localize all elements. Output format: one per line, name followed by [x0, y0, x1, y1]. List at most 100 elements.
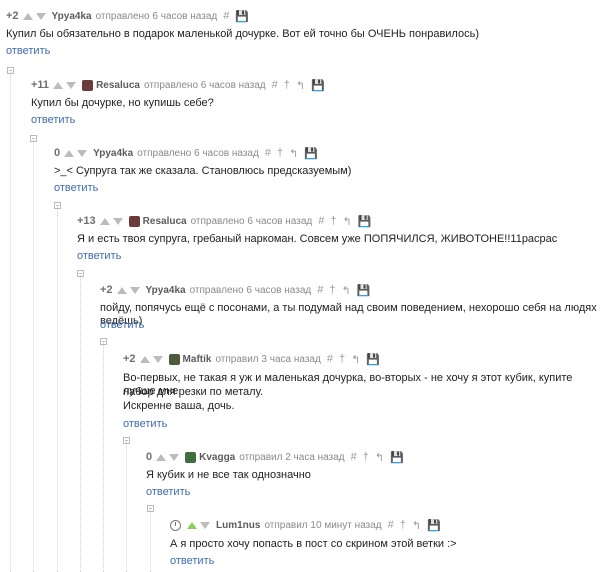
- vote-down-icon[interactable]: [169, 453, 180, 461]
- reply-arrow-icon[interactable]: ↰: [296, 79, 305, 92]
- comment-text: Я и есть твоя супруга, гребаный наркоман…: [77, 233, 558, 245]
- author-name[interactable]: Maftik: [183, 354, 212, 365]
- reply-link[interactable]: ответить: [77, 250, 121, 262]
- author-name[interactable]: Resaluca: [143, 216, 187, 227]
- hash-icon[interactable]: #: [265, 147, 271, 159]
- hash-icon[interactable]: #: [351, 451, 357, 463]
- reply-link[interactable]: ответить: [54, 182, 98, 194]
- author-name[interactable]: Lum1nus: [216, 520, 260, 531]
- pin-icon[interactable]: †: [339, 353, 345, 365]
- thread-line: [33, 140, 34, 572]
- comment-header: 0 Ypya4ka отправлено 6 часов назад # † ↰…: [54, 145, 324, 161]
- avatar[interactable]: [82, 79, 94, 91]
- rating: 0: [146, 451, 153, 463]
- save-icon[interactable]: 💾: [235, 10, 249, 23]
- vote-up-icon[interactable]: [64, 149, 75, 157]
- comment-text: Купил бы обязательно в подарок маленькой…: [6, 28, 479, 40]
- vote-down-icon[interactable]: [66, 81, 77, 89]
- vote-down-icon[interactable]: [77, 149, 88, 157]
- reply-link[interactable]: ответить: [170, 555, 214, 567]
- timestamp: отправил 3 часа назад: [215, 353, 321, 365]
- collapse-toggle-icon[interactable]: [123, 437, 130, 444]
- reply-arrow-icon[interactable]: ↰: [351, 353, 360, 366]
- comment-header: 0 Kvagga отправил 2 часа назад # † ↰ 💾: [146, 449, 410, 465]
- reply-arrow-icon[interactable]: ↰: [412, 519, 421, 532]
- hash-icon[interactable]: #: [388, 519, 394, 531]
- reply-arrow-icon[interactable]: ↰: [289, 147, 298, 160]
- thread-line: [80, 275, 81, 572]
- avatar[interactable]: [185, 451, 197, 463]
- pin-icon[interactable]: †: [277, 147, 283, 159]
- save-icon[interactable]: 💾: [311, 79, 325, 92]
- collapse-toggle-icon[interactable]: [147, 505, 154, 512]
- thread-line: [103, 343, 104, 572]
- reply-arrow-icon[interactable]: ↰: [341, 284, 350, 297]
- save-icon[interactable]: 💾: [390, 451, 404, 464]
- collapse-toggle-icon[interactable]: [100, 338, 107, 345]
- hash-icon[interactable]: #: [327, 353, 333, 365]
- thread-line: [150, 510, 151, 572]
- vote-down-icon[interactable]: [112, 217, 123, 225]
- author-name[interactable]: Ypya4ka: [93, 148, 133, 159]
- hash-icon[interactable]: #: [223, 10, 229, 22]
- thread-line: [10, 72, 11, 572]
- rating: +2: [123, 353, 136, 365]
- hash-icon[interactable]: #: [272, 79, 278, 91]
- reply-link[interactable]: ответить: [146, 486, 190, 498]
- rating: +2: [6, 10, 19, 22]
- thread-line: [57, 207, 58, 572]
- comment-header: +2 Ypya4ka отправлено 6 часов назад # † …: [100, 282, 376, 298]
- pin-icon[interactable]: †: [284, 79, 290, 91]
- reply-arrow-icon[interactable]: ↰: [342, 215, 351, 228]
- comment-header: +2 Ypya4ka отправлено 6 часов назад # 💾: [6, 8, 255, 24]
- pin-icon[interactable]: †: [330, 215, 336, 227]
- reply-link[interactable]: ответить: [123, 418, 167, 430]
- rating: +2: [100, 284, 113, 296]
- avatar[interactable]: [128, 215, 140, 227]
- pin-icon[interactable]: †: [363, 451, 369, 463]
- comment-header: Lum1nus отправил 10 минут назад # † ↰ 💾: [170, 517, 447, 533]
- vote-up-icon[interactable]: [116, 286, 127, 294]
- timestamp: отправлено 6 часов назад: [189, 284, 312, 296]
- save-icon[interactable]: 💾: [427, 519, 441, 532]
- vote-down-icon[interactable]: [200, 521, 210, 529]
- author-name[interactable]: Kvagga: [199, 452, 235, 463]
- comment-header: +13 Resaluca отправлено 6 часов назад # …: [77, 213, 377, 229]
- rating: +11: [31, 79, 50, 91]
- save-icon[interactable]: 💾: [366, 353, 380, 366]
- author-name[interactable]: Ypya4ka: [52, 11, 92, 22]
- save-icon[interactable]: 💾: [304, 147, 318, 160]
- avatar[interactable]: [168, 353, 180, 365]
- author-name[interactable]: Ypya4ka: [146, 285, 186, 296]
- reply-link[interactable]: ответить: [31, 114, 75, 126]
- author-name[interactable]: Resaluca: [96, 80, 140, 91]
- vote-up-icon[interactable]: [139, 355, 150, 363]
- reply-link[interactable]: ответить: [100, 319, 144, 331]
- pin-icon[interactable]: †: [400, 519, 406, 531]
- collapse-toggle-icon[interactable]: [54, 202, 61, 209]
- comment-header: +2 Maftik отправил 3 часа назад # † ↰ 💾: [123, 351, 386, 367]
- collapse-toggle-icon[interactable]: [77, 270, 84, 277]
- vote-up-icon[interactable]: [53, 81, 64, 89]
- vote-down-icon[interactable]: [35, 12, 46, 20]
- reply-arrow-icon[interactable]: ↰: [375, 451, 384, 464]
- vote-up-icon[interactable]: [156, 453, 167, 461]
- pin-icon[interactable]: †: [329, 284, 335, 296]
- collapse-toggle-icon[interactable]: [30, 135, 37, 142]
- vote-down-icon[interactable]: [129, 286, 140, 294]
- vote-up-icon[interactable]: [99, 217, 110, 225]
- vote-up-icon[interactable]: [22, 12, 33, 20]
- hash-icon[interactable]: #: [318, 215, 324, 227]
- comment-text: Купил бы дочурке, но купишь себе?: [31, 97, 214, 109]
- timestamp: отправлено 6 часов назад: [143, 79, 266, 91]
- vote-up-icon[interactable]: [187, 521, 197, 529]
- collapse-toggle-icon[interactable]: [7, 67, 14, 74]
- vote-down-icon[interactable]: [152, 355, 163, 363]
- comment-text: А я просто хочу попасть в пост со скрино…: [170, 538, 457, 550]
- rating: +13: [77, 215, 96, 227]
- save-icon[interactable]: 💾: [358, 215, 372, 228]
- thread-line: [126, 442, 127, 572]
- reply-link[interactable]: ответить: [6, 45, 50, 57]
- hash-icon[interactable]: #: [317, 284, 323, 296]
- save-icon[interactable]: 💾: [357, 284, 371, 297]
